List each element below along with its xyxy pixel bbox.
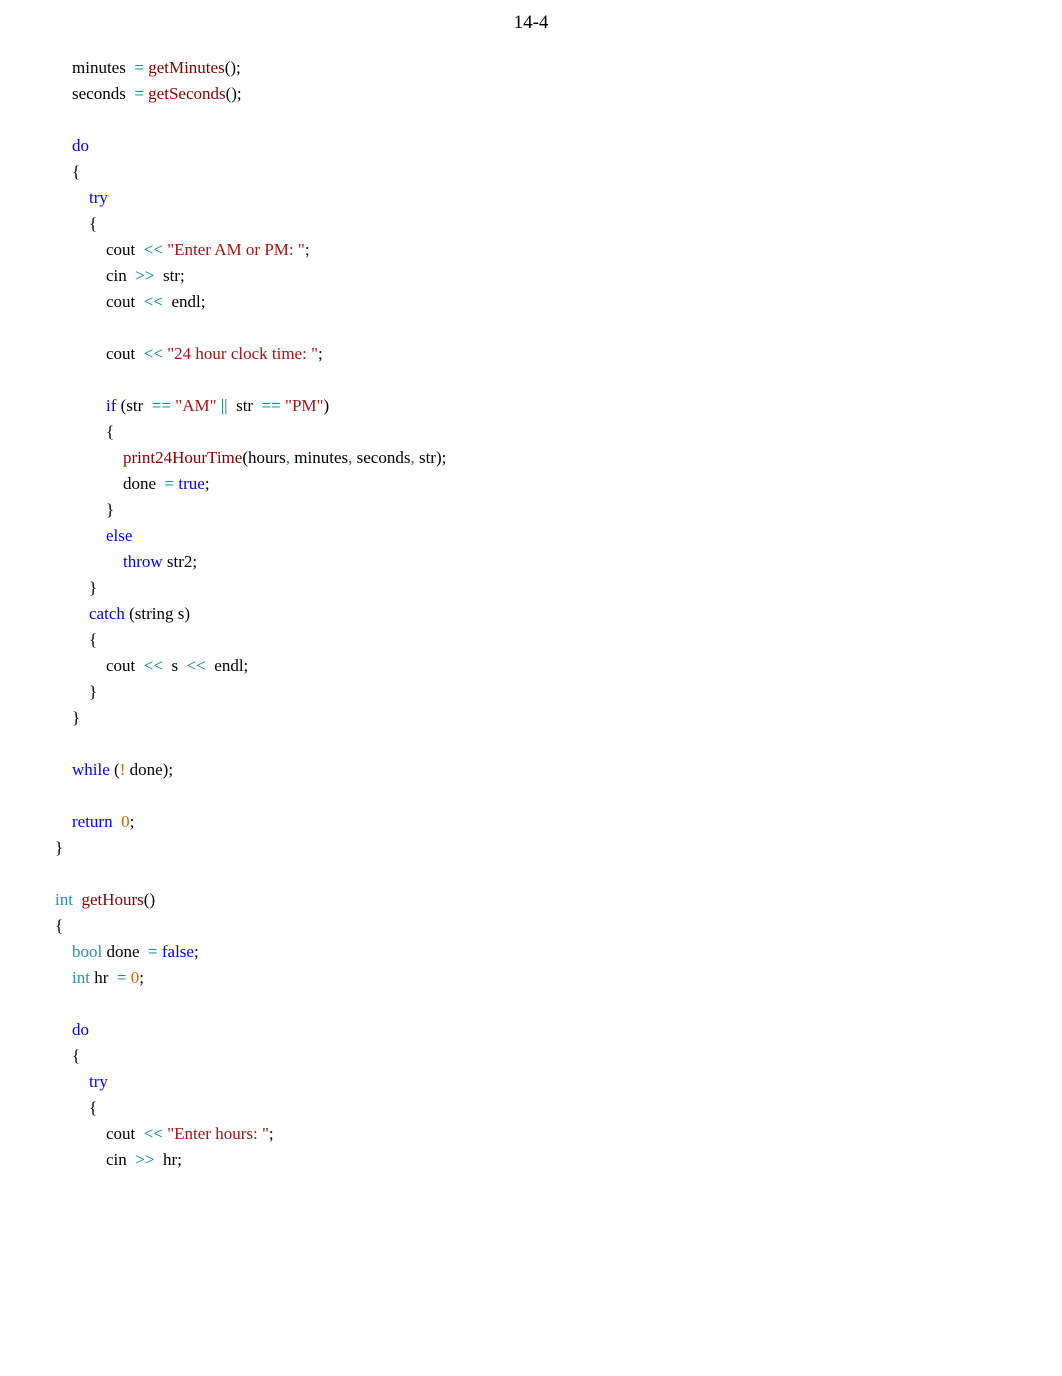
code-line: if (str == "AM" || str == "PM") bbox=[55, 396, 329, 415]
code-line: { bbox=[55, 214, 97, 233]
code-line: } bbox=[55, 500, 114, 519]
code-line: { bbox=[55, 1098, 97, 1117]
code-line: do bbox=[55, 136, 89, 155]
code-line: cin >> hr; bbox=[55, 1150, 182, 1169]
code-line: bool done = false; bbox=[55, 942, 199, 961]
code-line: cout << "24 hour clock time: "; bbox=[55, 344, 323, 363]
code-line: { bbox=[55, 630, 97, 649]
code-line bbox=[55, 318, 59, 337]
page-number: 14-4 bbox=[514, 12, 549, 33]
code-line: seconds = getSeconds(); bbox=[55, 84, 242, 103]
code-line: do bbox=[55, 1020, 89, 1039]
code-line bbox=[55, 786, 59, 805]
code-line: { bbox=[55, 162, 80, 181]
code-line: cout << "Enter hours: "; bbox=[55, 1124, 274, 1143]
code-line bbox=[55, 734, 59, 753]
code-line: int hr = 0; bbox=[55, 968, 144, 987]
code-line: cout << endl; bbox=[55, 292, 205, 311]
code-line bbox=[55, 370, 59, 389]
code-line: int getHours() bbox=[55, 890, 155, 909]
code-line bbox=[55, 864, 59, 883]
code-line: done = true; bbox=[55, 474, 210, 493]
code-line: try bbox=[55, 1072, 108, 1091]
page-header: 14-4 bbox=[0, 0, 1062, 34]
code-line: } bbox=[55, 682, 97, 701]
code-line: try bbox=[55, 188, 108, 207]
code-line: { bbox=[55, 1046, 80, 1065]
code-line: cout << "Enter AM or PM: "; bbox=[55, 240, 310, 259]
code-line: print24HourTime(hours, minutes, seconds,… bbox=[55, 448, 446, 467]
code-line: catch (string s) bbox=[55, 604, 190, 623]
code-line: } bbox=[55, 708, 80, 727]
code-line: { bbox=[55, 422, 114, 441]
code-line bbox=[55, 994, 59, 1013]
code-line: throw str2; bbox=[55, 552, 197, 571]
code-line: else bbox=[55, 526, 132, 545]
code-block: minutes = getMinutes(); seconds = getSec… bbox=[55, 55, 1007, 1173]
code-line: { bbox=[55, 916, 63, 935]
code-line: cin >> str; bbox=[55, 266, 185, 285]
code-line: minutes = getMinutes(); bbox=[55, 58, 241, 77]
code-line: } bbox=[55, 838, 63, 857]
code-line: while (! done); bbox=[55, 760, 173, 779]
code-line: } bbox=[55, 578, 97, 597]
code-line: return 0; bbox=[55, 812, 134, 831]
code-line: cout << s << endl; bbox=[55, 656, 248, 675]
code-line bbox=[55, 110, 59, 129]
